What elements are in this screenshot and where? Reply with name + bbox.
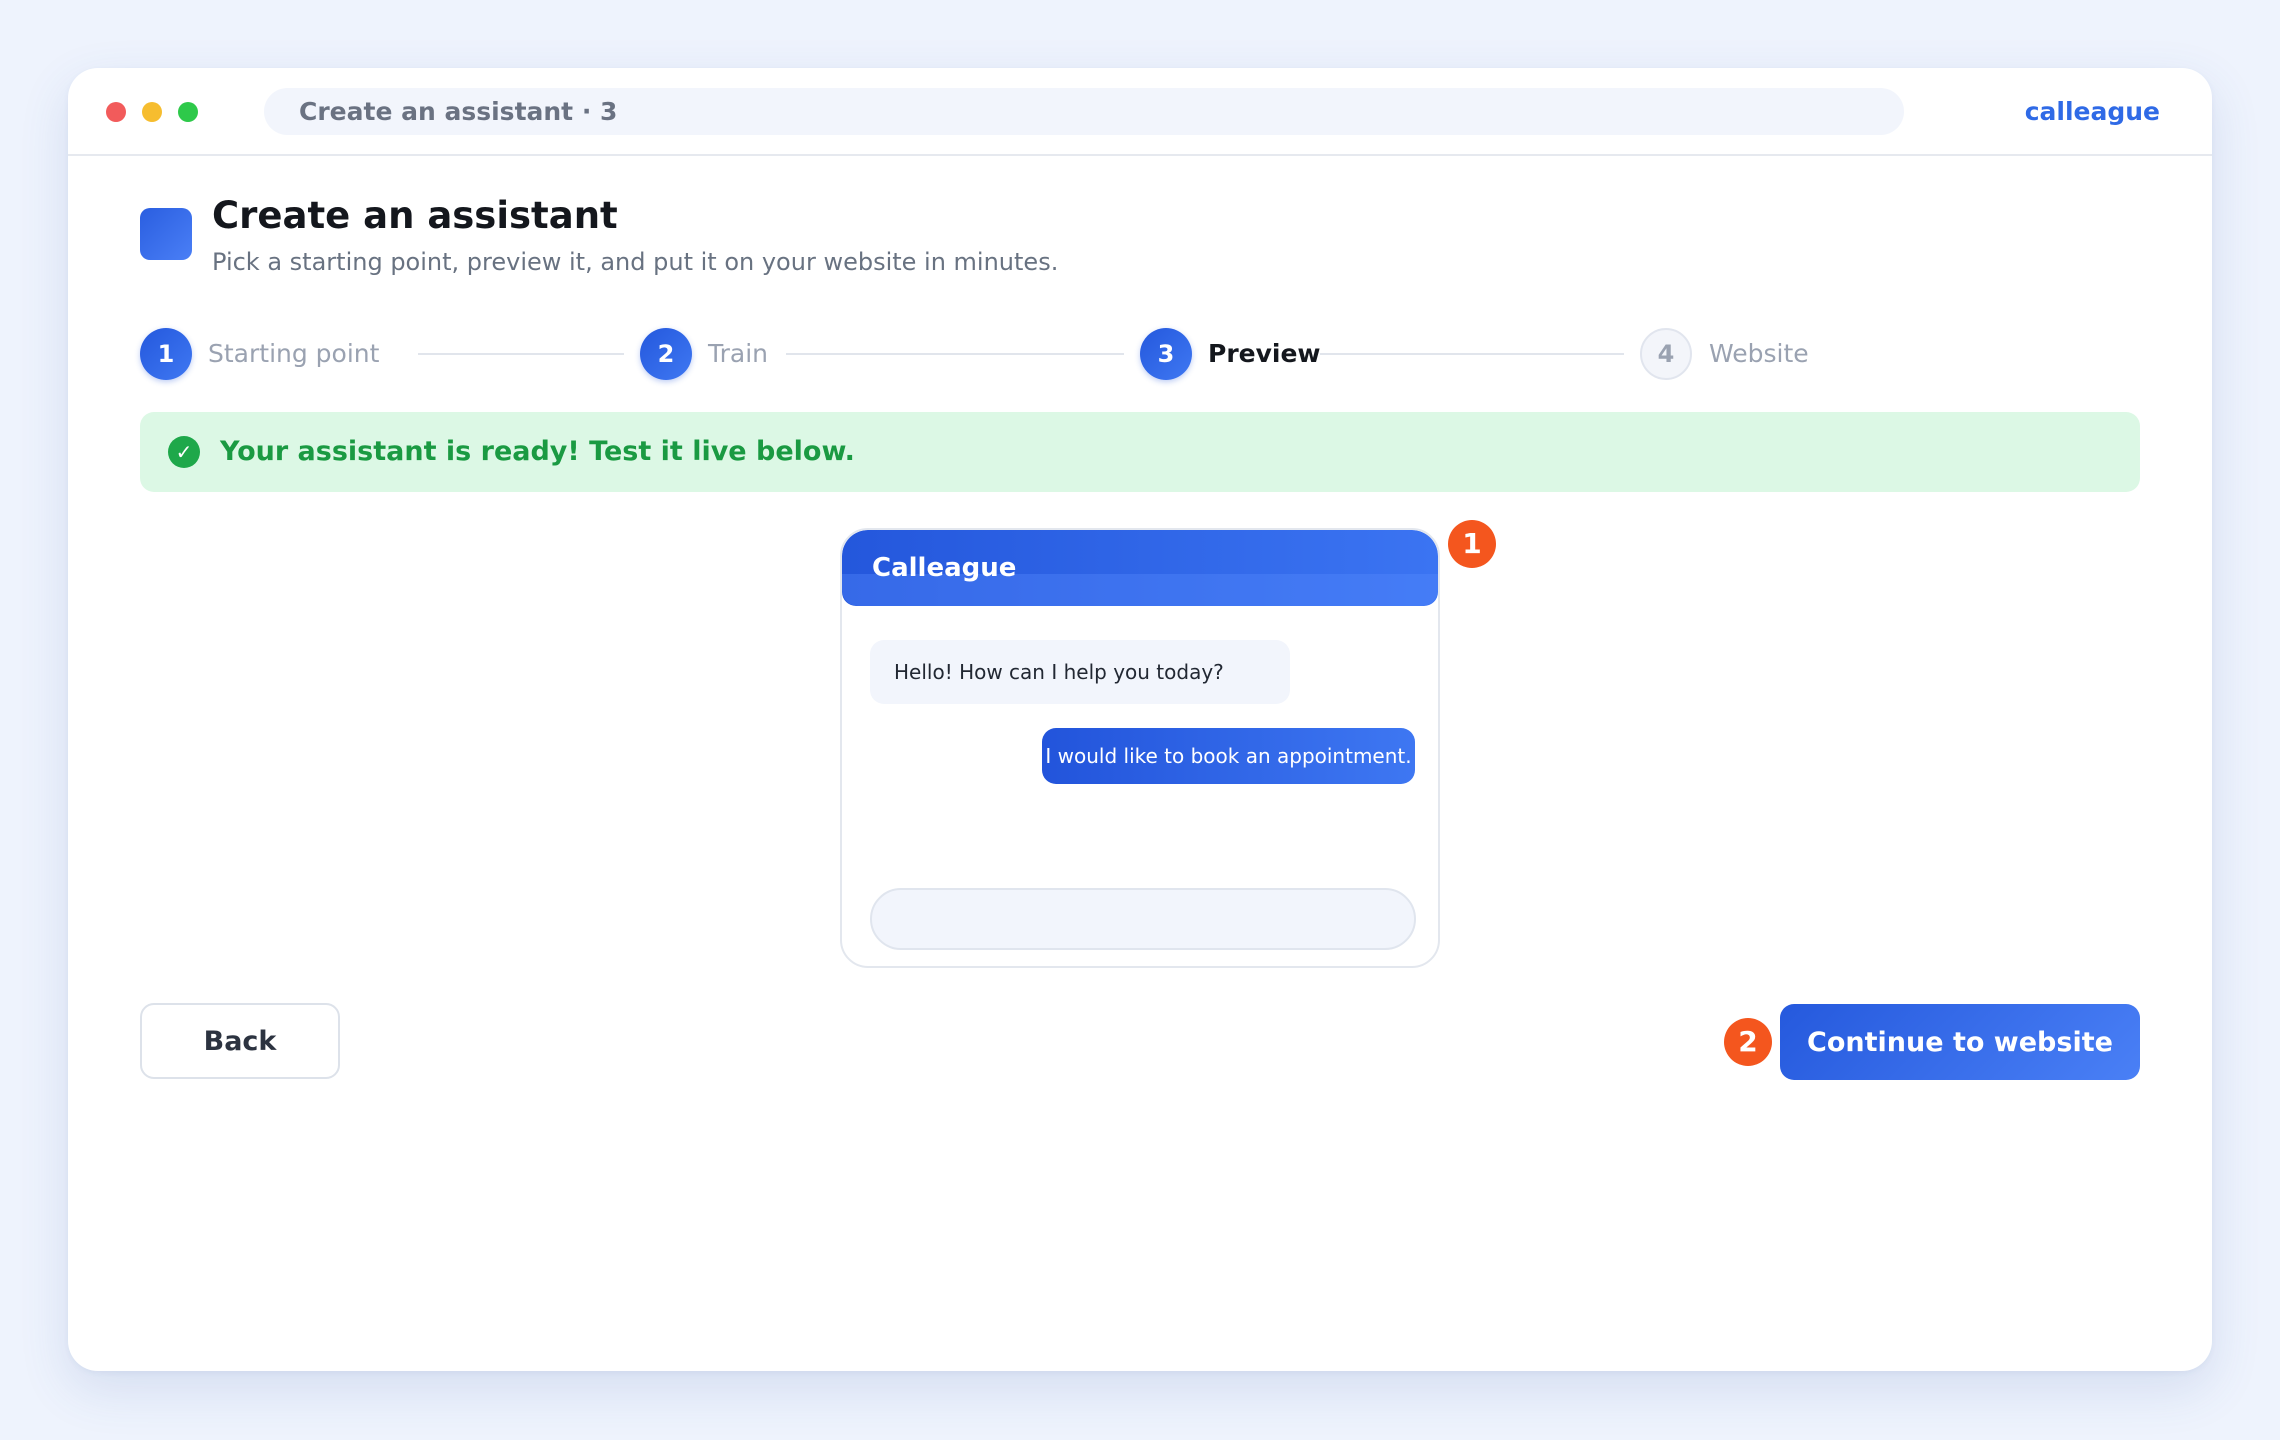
maximize-window-dot[interactable] xyxy=(178,102,198,122)
callout-marker-1: 1 xyxy=(1448,520,1496,568)
chat-message-input[interactable] xyxy=(870,888,1416,950)
chat-widget-preview: Calleague Hello! How can I help you toda… xyxy=(840,528,1440,968)
step-connector xyxy=(786,353,1124,355)
assistant-message-bubble: Hello! How can I help you today? xyxy=(870,640,1290,704)
step-4-label[interactable]: Website xyxy=(1709,328,1809,380)
step-connector xyxy=(418,353,624,355)
continue-to-website-button[interactable]: Continue to website xyxy=(1780,1004,2140,1080)
check-icon: ✓ xyxy=(168,436,200,468)
back-button[interactable]: Back xyxy=(140,1003,340,1079)
step-3-circle[interactable]: 3 xyxy=(1140,328,1192,380)
app-logo-icon xyxy=(140,208,192,260)
step-connector xyxy=(1320,353,1624,355)
brand-link[interactable]: calleague xyxy=(2025,88,2160,135)
page-title: Create an assistant xyxy=(212,194,618,237)
stepper: 1 Starting point 2 Train 3 Preview 4 Web… xyxy=(68,328,2212,388)
step-1-circle[interactable]: 1 xyxy=(140,328,192,380)
close-window-dot[interactable] xyxy=(106,102,126,122)
user-message-bubble: I would like to book an appointment. xyxy=(1042,728,1415,784)
title-bar: Create an assistant · 3 calleague xyxy=(68,68,2212,156)
step-2-circle[interactable]: 2 xyxy=(640,328,692,380)
minimize-window-dot[interactable] xyxy=(142,102,162,122)
success-message: Your assistant is ready! Test it live be… xyxy=(220,436,855,467)
address-bar[interactable]: Create an assistant · 3 xyxy=(264,88,1904,135)
chat-assistant-name: Calleague xyxy=(872,553,1017,583)
app-window: Create an assistant · 3 calleague Create… xyxy=(68,68,2212,1371)
success-banner: ✓ Your assistant is ready! Test it live … xyxy=(140,412,2140,492)
page-subtitle: Pick a starting point, preview it, and p… xyxy=(212,248,1059,276)
step-1-label[interactable]: Starting point xyxy=(208,328,379,380)
step-4-circle[interactable]: 4 xyxy=(1640,328,1692,380)
callout-marker-2: 2 xyxy=(1724,1018,1772,1066)
chat-header: Calleague xyxy=(842,530,1438,606)
step-2-label[interactable]: Train xyxy=(708,328,768,380)
step-3-label[interactable]: Preview xyxy=(1208,328,1321,380)
